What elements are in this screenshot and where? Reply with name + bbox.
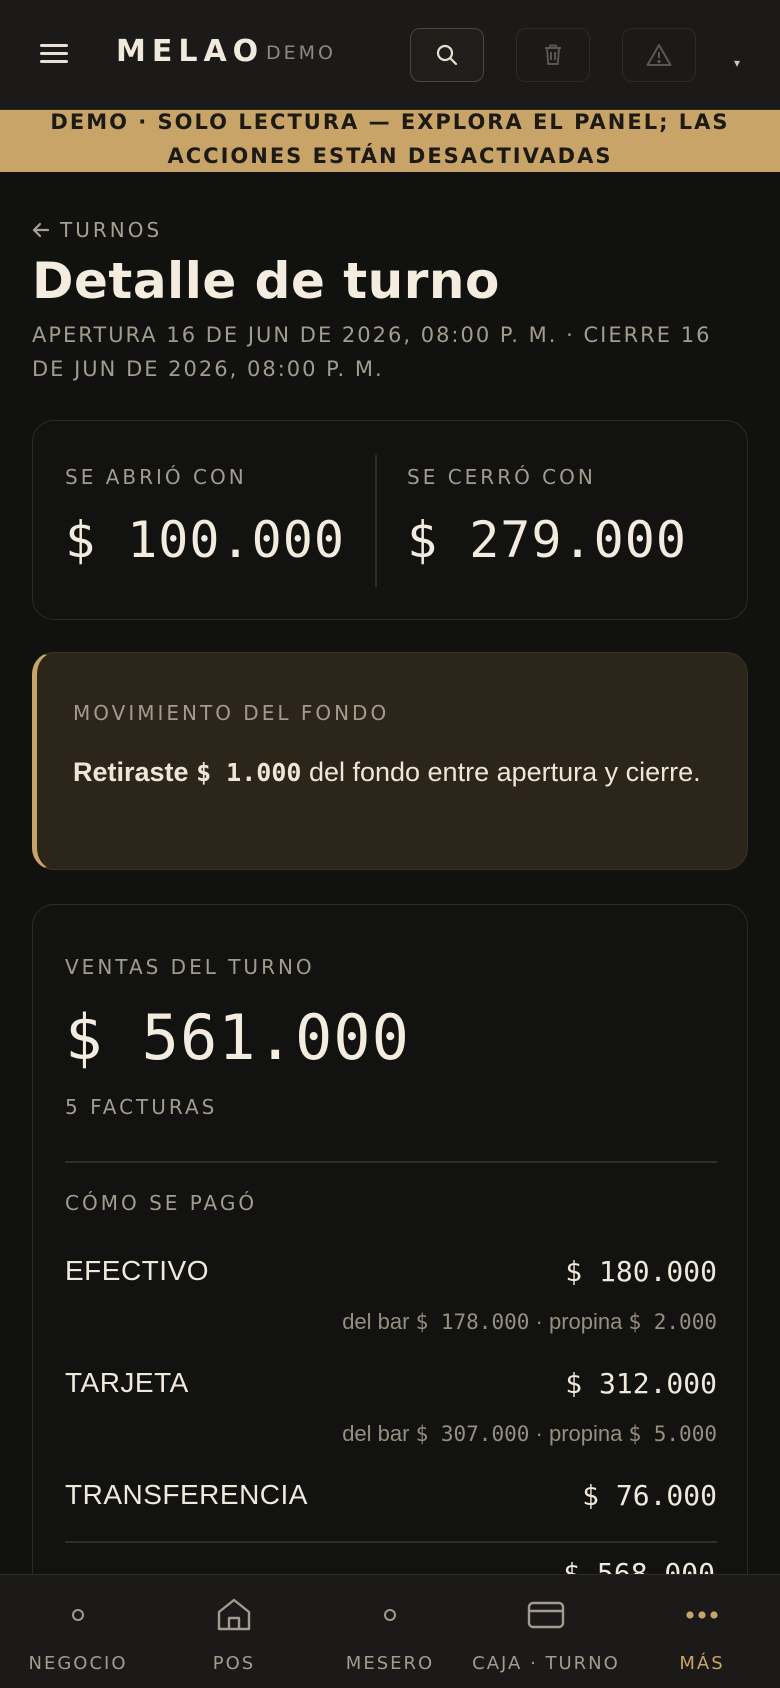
nav-item-pos[interactable]: POS xyxy=(156,1575,312,1688)
divider xyxy=(65,1541,717,1543)
tip-amount: $ 2.000 xyxy=(628,1310,717,1334)
fund-amount: $ 1.000 xyxy=(196,758,302,787)
payment-breakdown: del bar $ 307.000 · propina $ 5.000 xyxy=(342,1421,717,1447)
payment-method-name: EFECTIVO xyxy=(65,1255,210,1286)
invoice-count: 5 FACTURAS xyxy=(65,1095,218,1119)
search-icon xyxy=(436,44,458,66)
payment-method-amount: $ 76.000 xyxy=(582,1479,717,1512)
circle-icon xyxy=(72,1609,84,1621)
arrow-left-icon xyxy=(32,222,50,238)
tip-label: propina xyxy=(548,1309,623,1334)
nav-item-mas[interactable]: MÁS xyxy=(624,1575,780,1688)
payment-method-amount: $ 312.000 xyxy=(565,1367,717,1400)
opened-with-value: $ 100.000 xyxy=(65,511,345,569)
shift-detail-page: MELAO DEMO ▾ DEMO · SOLO LECTURA — EXPLO… xyxy=(0,0,780,1688)
warning-icon xyxy=(646,44,672,66)
sales-total: $ 561.000 xyxy=(65,1001,410,1074)
fund-movement-card: MOVIMIENTO DEL FONDO Retiraste $ 1.000 d… xyxy=(32,652,748,870)
search-button[interactable] xyxy=(410,28,484,82)
open-close-card: SE ABRIÓ CON $ 100.000 SE CERRÓ CON $ 27… xyxy=(32,420,748,620)
home-icon xyxy=(217,1598,251,1631)
back-link-label: TURNOS xyxy=(60,218,163,242)
nav-label: POS xyxy=(212,1653,256,1674)
payment-methods-label: CÓMO SE PAGÓ xyxy=(65,1191,258,1215)
payment-method-name: TRANSFERENCIA xyxy=(65,1479,308,1510)
sales-label: VENTAS DEL TURNO xyxy=(65,955,315,979)
account-dropdown-icon[interactable]: ▾ xyxy=(734,56,740,70)
more-dots-icon xyxy=(686,1611,718,1619)
bar-label: del bar xyxy=(342,1421,410,1446)
trash-icon xyxy=(545,44,561,65)
brand-logo[interactable]: MELAO xyxy=(116,34,264,69)
bar-amount: $ 178.000 xyxy=(415,1310,530,1334)
nav-item-caja-turno[interactable]: CAJA · TURNO xyxy=(468,1575,624,1688)
divider xyxy=(65,1161,717,1163)
alert-button[interactable] xyxy=(622,28,696,82)
closed-with-section: SE CERRÓ CON $ 279.000 xyxy=(375,421,745,619)
circle-icon xyxy=(384,1609,396,1621)
page-title: Detalle de turno xyxy=(32,252,500,310)
tip-amount: $ 5.000 xyxy=(628,1422,717,1446)
nav-label: NEGOCIO xyxy=(28,1653,128,1674)
card-icon xyxy=(527,1601,565,1629)
closed-with-value: $ 279.000 xyxy=(407,511,687,569)
delete-button[interactable] xyxy=(516,28,590,82)
nav-label: MESERO xyxy=(345,1653,435,1674)
shift-time-range: APERTURA 16 DE JUN DE 2026, 08:00 P. M. … xyxy=(32,323,712,381)
nav-item-mesero[interactable]: MESERO xyxy=(312,1575,468,1688)
demo-tag: DEMO xyxy=(266,42,336,64)
payment-method-name: TARJETA xyxy=(65,1367,189,1398)
banner-line-2: ACCIONES ESTÁN DESACTIVADAS xyxy=(167,144,613,168)
fund-movement-text: Retiraste $ 1.000 del fondo entre apertu… xyxy=(73,749,713,796)
demo-readonly-banner: DEMO · SOLO LECTURA — EXPLORA EL PANEL; … xyxy=(0,110,780,172)
top-bar: MELAO DEMO ▾ xyxy=(0,0,780,110)
fund-movement-label: MOVIMIENTO DEL FONDO xyxy=(73,701,390,725)
nav-label: MÁS xyxy=(679,1653,725,1674)
payment-row-card: TARJETA $ 312.000 del bar $ 307.000 · pr… xyxy=(65,1367,717,1457)
back-to-shifts-link[interactable]: TURNOS xyxy=(32,218,162,242)
bar-amount: $ 307.000 xyxy=(415,1422,530,1446)
opened-with-section: SE ABRIÓ CON $ 100.000 xyxy=(33,421,373,619)
opened-with-label: SE ABRIÓ CON xyxy=(65,465,247,489)
hamburger-menu-icon[interactable] xyxy=(40,42,70,66)
nav-item-negocio[interactable]: NEGOCIO xyxy=(0,1575,156,1688)
separator-dot: · xyxy=(535,1309,543,1334)
nav-label: CAJA · TURNO xyxy=(472,1653,620,1674)
bottom-navigation: NEGOCIO POS MESERO CAJA · TURNO MÁS xyxy=(0,1574,780,1688)
shift-sales-card: VENTAS DEL TURNO $ 561.000 5 FACTURAS CÓ… xyxy=(32,904,748,1664)
fund-rest: del fondo entre apertura y cierre. xyxy=(301,757,701,787)
tip-label: propina xyxy=(548,1421,623,1446)
payment-row-cash: EFECTIVO $ 180.000 del bar $ 178.000 · p… xyxy=(65,1255,717,1345)
banner-line-1: DEMO · SOLO LECTURA — EXPLORA EL PANEL; … xyxy=(50,110,730,134)
bar-label: del bar xyxy=(342,1309,410,1334)
closed-with-label: SE CERRÓ CON xyxy=(407,465,596,489)
payment-method-amount: $ 180.000 xyxy=(565,1255,717,1288)
payment-row-transfer: TRANSFERENCIA $ 76.000 xyxy=(65,1479,717,1519)
separator-dot: · xyxy=(535,1421,543,1446)
payment-breakdown: del bar $ 178.000 · propina $ 2.000 xyxy=(342,1309,717,1335)
fund-verb: Retiraste xyxy=(73,757,189,787)
